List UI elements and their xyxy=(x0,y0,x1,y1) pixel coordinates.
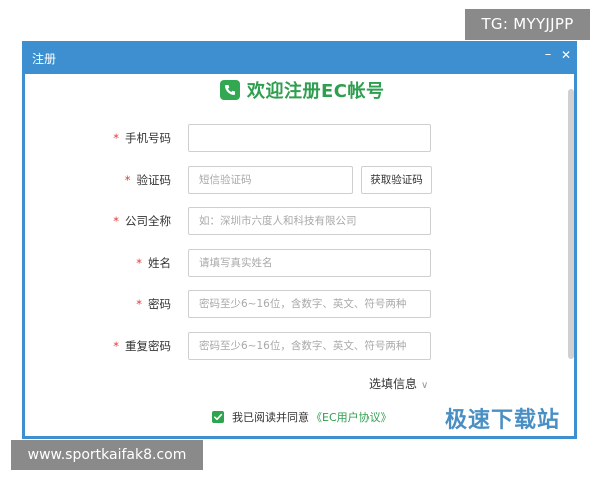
chevron-down-icon: ∨ xyxy=(421,380,429,391)
optional-info-label: 选填信息 xyxy=(369,377,418,391)
password-label-text: 密码 xyxy=(148,297,171,311)
password-repeat-row: * 重复密码 xyxy=(25,332,575,360)
phone-row: * 手机号码 xyxy=(25,124,575,152)
page-title: 欢迎注册EC帐号 xyxy=(247,81,385,102)
minimize-button[interactable]: – xyxy=(539,45,557,65)
get-code-button[interactable]: 获取验证码 xyxy=(361,166,432,194)
agreement-link[interactable]: 《EC用户协议》 xyxy=(311,409,392,425)
required-mark: * xyxy=(113,339,119,353)
name-label: * 姓名 xyxy=(136,255,171,271)
required-mark: * xyxy=(113,214,119,228)
watermark-bottom: www.sportkaifak8.com xyxy=(11,440,203,470)
phone-label-text: 手机号码 xyxy=(125,131,171,145)
agreement-checkbox[interactable] xyxy=(212,411,224,423)
brand-watermark: 极速下载站 xyxy=(445,408,561,433)
password-repeat-input[interactable] xyxy=(188,332,431,360)
code-input[interactable] xyxy=(188,166,353,194)
name-row: * 姓名 xyxy=(25,249,575,277)
form-header: 欢迎注册EC帐号 xyxy=(220,78,385,102)
screenshot: TG: MYYJJPP 注册 – ✕ 欢迎注册EC帐号 * 手机号码 * 验证码 获… xyxy=(0,0,600,480)
title-bar[interactable]: 注册 – ✕ xyxy=(22,41,577,74)
required-mark: * xyxy=(113,131,119,145)
password-repeat-label: * 重复密码 xyxy=(113,338,171,354)
optional-info-toggle[interactable]: 选填信息 ∨ xyxy=(369,375,428,392)
watermark-top: TG: MYYJJPP xyxy=(465,9,590,40)
phone-input[interactable] xyxy=(188,124,431,152)
company-label: * 公司全称 xyxy=(113,213,171,229)
window-title: 注册 xyxy=(32,52,57,66)
required-mark: * xyxy=(136,297,142,311)
required-mark: * xyxy=(124,173,131,187)
code-label: * 验证码 xyxy=(125,172,171,188)
required-mark: * xyxy=(136,256,142,270)
company-row: * 公司全称 xyxy=(25,207,575,235)
checkmark-icon xyxy=(214,413,223,421)
company-input[interactable] xyxy=(188,207,431,235)
close-button[interactable]: ✕ xyxy=(557,45,575,65)
code-label-text: 验证码 xyxy=(136,173,172,187)
name-input[interactable] xyxy=(188,249,431,277)
code-row: * 验证码 获取验证码 xyxy=(25,166,575,194)
company-label-text: 公司全称 xyxy=(125,214,171,228)
name-label-text: 姓名 xyxy=(148,256,171,270)
password-input[interactable] xyxy=(188,290,431,318)
register-window: 注册 – ✕ 欢迎注册EC帐号 *手机号码 *验证码 获取验证码 *公司 xyxy=(22,41,577,439)
agreement-row: 我已阅读并同意 《EC用户协议》 xyxy=(212,409,392,425)
password-label: * 密码 xyxy=(136,296,171,312)
password-repeat-label-text: 重复密码 xyxy=(125,339,171,353)
password-row: * 密码 xyxy=(25,290,575,318)
phone-icon xyxy=(220,80,240,100)
agreement-text: 我已阅读并同意 xyxy=(232,411,309,424)
phone-label: * 手机号码 xyxy=(113,130,171,146)
